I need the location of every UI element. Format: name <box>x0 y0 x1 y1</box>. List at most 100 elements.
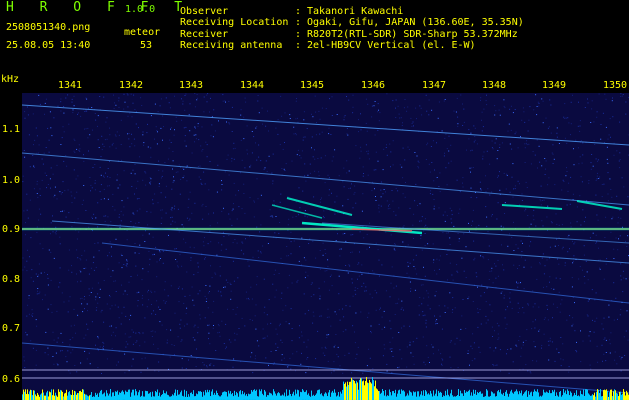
level-bar <box>402 390 403 400</box>
level-bar <box>365 381 366 400</box>
level-bar <box>407 393 408 400</box>
level-bar <box>68 392 69 400</box>
level-bar <box>590 395 591 400</box>
level-bar <box>620 391 621 400</box>
level-bar <box>222 392 223 400</box>
level-bar <box>63 396 64 400</box>
level-bar <box>292 393 293 400</box>
level-bar <box>287 395 288 400</box>
level-bar <box>33 390 34 400</box>
level-bar <box>257 396 258 400</box>
level-bar <box>273 389 274 400</box>
level-bar <box>288 395 289 400</box>
level-bar <box>410 391 411 400</box>
level-bar <box>210 396 211 400</box>
level-bar <box>22 394 23 400</box>
antenna-label: Receiving antenna <box>180 40 283 51</box>
level-bar <box>309 395 310 400</box>
level-bar <box>269 392 270 400</box>
level-bar <box>195 396 196 400</box>
level-bar <box>48 396 49 400</box>
level-bar <box>87 395 88 400</box>
level-bar <box>255 390 256 400</box>
level-bar <box>85 394 86 400</box>
level-bar <box>197 394 198 400</box>
level-bar <box>440 391 441 400</box>
level-bar <box>72 389 73 400</box>
level-bar <box>241 394 242 400</box>
level-bar <box>157 389 158 400</box>
level-bar <box>49 391 50 400</box>
level-bar <box>360 378 361 400</box>
header-panel: H R O F F T 1.0.0 2508051340.png 25.08.0… <box>0 0 629 78</box>
level-bar <box>513 393 514 400</box>
level-bar <box>575 394 576 400</box>
level-bar <box>126 391 127 400</box>
level-bar <box>303 390 304 400</box>
level-bar <box>115 391 116 400</box>
level-bar <box>43 392 44 400</box>
level-bar <box>104 392 105 400</box>
level-bar <box>421 391 422 400</box>
level-bar <box>50 392 51 400</box>
level-bar <box>296 393 297 400</box>
level-bar <box>361 378 362 400</box>
level-bar <box>299 396 300 400</box>
level-bar <box>27 389 28 400</box>
separator: : <box>295 17 302 28</box>
level-bar <box>346 386 347 400</box>
separator: : <box>295 6 302 17</box>
level-bar <box>44 395 45 400</box>
level-bar <box>414 392 415 400</box>
level-bar <box>225 391 226 400</box>
level-bar <box>548 392 549 400</box>
level-bar <box>205 390 206 400</box>
level-bar <box>488 396 489 400</box>
level-bar <box>460 390 461 400</box>
level-bar <box>503 392 504 400</box>
level-bar <box>582 394 583 400</box>
level-bar <box>426 391 427 400</box>
level-bar <box>423 390 424 400</box>
level-bar <box>547 392 548 400</box>
level-bar <box>229 393 230 400</box>
level-bar <box>163 390 164 400</box>
level-bar <box>411 392 412 400</box>
level-bar <box>119 392 120 400</box>
level-bar <box>24 391 25 400</box>
level-bar <box>266 396 267 400</box>
level-bar <box>390 392 391 400</box>
level-bar <box>175 389 176 400</box>
level-bar <box>155 391 156 400</box>
level-bar <box>26 393 27 400</box>
level-bar <box>106 390 107 400</box>
level-bar <box>458 389 459 400</box>
level-bar <box>270 393 271 400</box>
level-bar <box>75 391 76 400</box>
level-bar <box>607 391 608 400</box>
level-bar <box>384 395 385 400</box>
level-bar <box>479 391 480 400</box>
level-bar <box>487 390 488 400</box>
level-bar <box>215 394 216 400</box>
level-bar <box>452 395 453 400</box>
level-bar <box>438 390 439 400</box>
x-tick-label: 1346 <box>361 80 386 91</box>
level-bar <box>504 396 505 400</box>
level-bar <box>326 393 327 400</box>
level-bar <box>235 395 236 400</box>
level-bar <box>593 395 594 400</box>
level-bar <box>142 391 143 400</box>
level-bar <box>218 395 219 400</box>
level-bar <box>497 391 498 400</box>
level-bar <box>359 379 360 400</box>
level-bar <box>131 392 132 400</box>
level-bar <box>108 395 109 400</box>
level-bar <box>441 392 442 400</box>
level-bar <box>78 393 79 400</box>
level-bar <box>236 391 237 400</box>
level-bar <box>610 389 611 400</box>
level-bar <box>537 389 538 400</box>
level-bar <box>144 396 145 400</box>
level-bar <box>465 392 466 400</box>
